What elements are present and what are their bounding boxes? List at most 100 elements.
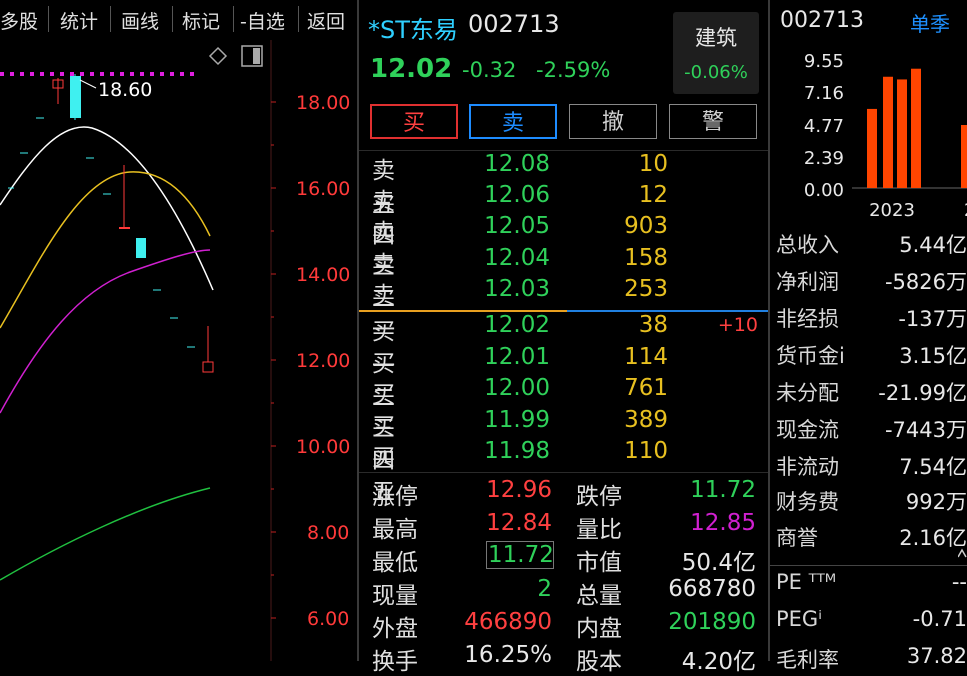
finance-value: -5826万 (884, 270, 967, 294)
alert-button[interactable]: 警 (669, 104, 757, 139)
sell-button[interactable]: 卖 (469, 104, 557, 139)
finance-label: 现金流 (776, 418, 839, 442)
finance-label: 净利润 (776, 270, 839, 294)
bid-row: 买四 11.99 389 (0, 407, 668, 474)
total-volume-label: 总量 (576, 583, 622, 609)
price-change: -0.32 (462, 58, 517, 82)
outer-volume-label: 外盘 (372, 616, 418, 642)
finance-divider (770, 565, 967, 566)
bar-year-label: 2023 (869, 200, 915, 221)
outer-volume-value: 466890 (464, 609, 552, 635)
total-volume-value: 668780 (668, 576, 756, 602)
sector-change: -0.06% (684, 62, 748, 83)
buy-button[interactable]: 买 (370, 104, 458, 139)
limit-up-value: 12.96 (486, 477, 552, 503)
bid-volume: 389 (624, 407, 668, 433)
inner-volume-label: 内盘 (576, 616, 622, 642)
ma60-line (0, 487, 211, 581)
revenue-bar (911, 68, 921, 188)
volume-ratio-value: 12.85 (690, 510, 756, 536)
bar-axis-label: 2.39 (804, 148, 844, 169)
equity-value: 4.20亿 (681, 649, 756, 675)
high-value: 12.84 (486, 510, 552, 536)
limit-down-value: 11.72 (690, 477, 756, 503)
finance-value: 5.44亿 (899, 233, 967, 257)
sector-box[interactable]: 建筑 -0.06% (673, 12, 759, 94)
diamond-icon[interactable] (208, 46, 228, 66)
finance-value: 37.82 (906, 644, 967, 668)
stock-name: *ST东易 (368, 16, 458, 44)
current-volume-value: 2 (537, 576, 552, 602)
sector-name: 建筑 (695, 26, 737, 50)
finance-label: PE ᵀᵀᴹ (776, 570, 837, 594)
limit-up-label: 涨停 (372, 484, 418, 510)
low-label: 最低 (372, 550, 418, 576)
high-label: 最高 (372, 517, 418, 543)
finance-value: -21.99亿 (878, 381, 967, 405)
orderbook-divider (359, 150, 768, 151)
finance-value: 7.54亿 (899, 455, 967, 479)
bar-axis-label: 0.00 (804, 180, 844, 201)
finance-label: 财务费 (776, 490, 839, 514)
finance-value: -7443万 (884, 418, 967, 442)
finance-value: 3.15亿 (899, 344, 967, 368)
revenue-bars (867, 68, 967, 188)
bid-row: 买三 12.00 761 (0, 375, 668, 442)
ask-row: 卖四 12.06 12 (0, 182, 668, 249)
high-marker-arrow (79, 79, 97, 89)
ask-row: 卖一 12.03 253 (0, 276, 668, 343)
low-value: 11.72 (486, 541, 554, 569)
ask-volume: 903 (624, 213, 668, 239)
bid-row: 买一 12.02 38 +10 (0, 312, 758, 379)
bid-volume: 761 (624, 375, 668, 401)
bid-price: 12.00 (484, 375, 550, 401)
bid-price: 11.98 (484, 438, 550, 464)
price-label: 18.00 (296, 92, 350, 114)
finance-value: -- (951, 570, 967, 594)
expand-arrow-icon[interactable] (958, 548, 967, 558)
bid-volume: 38 (638, 312, 668, 338)
ask-volume: 10 (638, 151, 668, 177)
ask-price: 12.03 (484, 276, 550, 302)
bid-price: 12.01 (484, 344, 550, 370)
finance-value: -137万 (898, 307, 967, 331)
ask-price: 12.08 (484, 151, 550, 177)
market-cap-label: 市值 (576, 550, 622, 576)
ask-row: 卖五 12.08 10 (0, 151, 668, 218)
finance-value: -0.71 (912, 607, 967, 631)
finance-label: 非流动 (776, 455, 839, 479)
bid-volume: 114 (624, 344, 668, 370)
single-quarter-tab[interactable]: 单季 (910, 8, 950, 37)
price-label: 8.00 (307, 522, 349, 544)
volume-ratio-label: 量比 (576, 517, 622, 543)
ask-price: 12.04 (484, 245, 550, 271)
equity-label: 股本 (576, 649, 622, 675)
turnover-label: 换手 (372, 649, 418, 675)
bid-price: 11.99 (484, 407, 550, 433)
finance-value: 2.16亿 (899, 526, 967, 550)
price-label: 6.00 (307, 608, 349, 630)
finance-label: 毛利率 (776, 648, 839, 672)
limit-down-label: 跌停 (576, 484, 622, 510)
bid-volume: 110 (624, 438, 668, 464)
bar-axis-label: 7.16 (804, 83, 844, 104)
last-price: 12.02 (370, 54, 453, 84)
current-volume-label: 现量 (372, 583, 418, 609)
revenue-bar (961, 125, 967, 188)
finance-label: PEGⁱ (776, 607, 822, 631)
ask-row: 卖三 12.05 903 (0, 213, 668, 280)
finance-label: 未分配 (776, 381, 839, 405)
ask-volume: 158 (624, 245, 668, 271)
market-cap-value: 50.4亿 (681, 550, 756, 576)
cancel-order-button[interactable]: 撤 (569, 104, 657, 139)
price-change-pct: -2.59% (536, 58, 611, 82)
finance-label: 总收入 (776, 233, 839, 257)
finance-value: 992万 (905, 490, 967, 514)
revenue-bar (867, 108, 877, 188)
revenue-bar (883, 76, 893, 188)
bid-row: 买五 11.98 110 (0, 438, 668, 505)
candle (70, 76, 81, 118)
finance-label: 货币金i (776, 344, 845, 368)
finance-label: 商誉 (776, 526, 818, 550)
stats-divider (359, 472, 768, 473)
